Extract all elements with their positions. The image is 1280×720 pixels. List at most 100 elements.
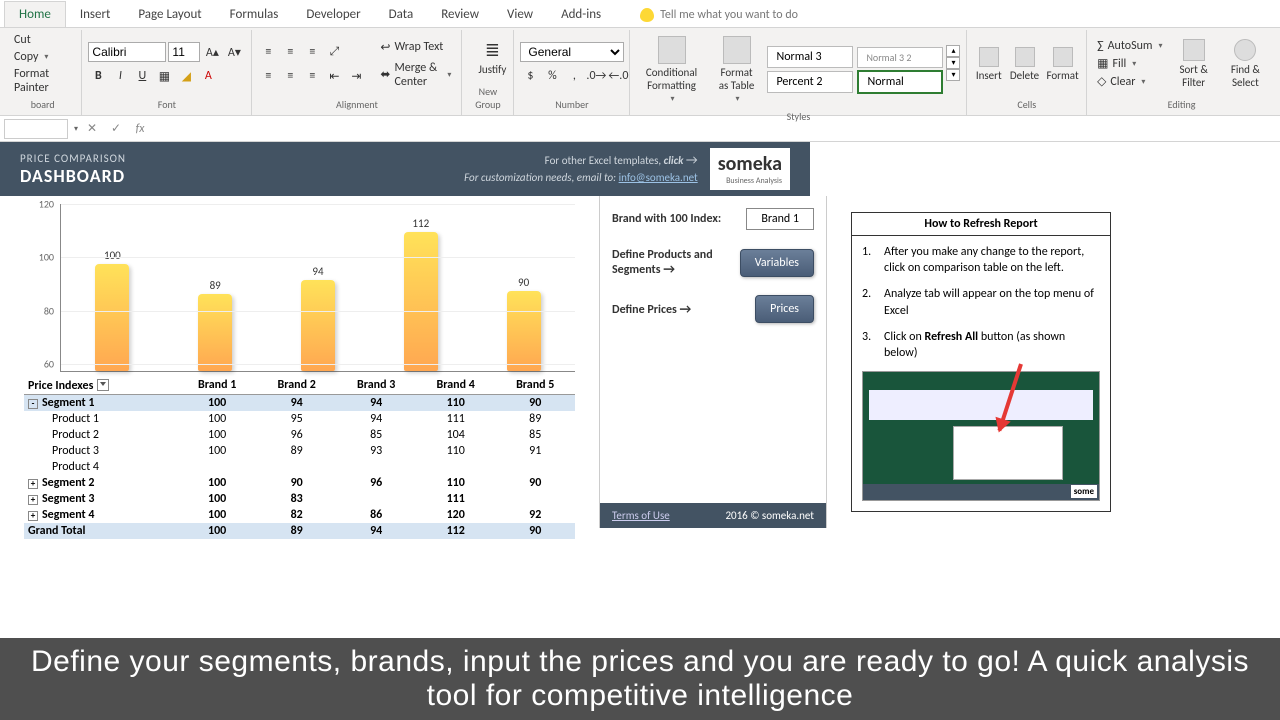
fill-button[interactable]: ▦ Fill▾ xyxy=(1093,55,1166,72)
dashboard-header: PRICE COMPARISON DASHBOARD For other Exc… xyxy=(0,142,810,196)
expand-icon[interactable]: + xyxy=(28,479,38,489)
increase-decimal-icon[interactable]: .0→ xyxy=(586,66,606,86)
wrap-text-button[interactable]: ↩ Wrap Text xyxy=(376,39,455,56)
style-gallery-scroll[interactable]: ▴▾▾ xyxy=(946,45,960,95)
tab-developer[interactable]: Developer xyxy=(292,2,374,27)
font-size-combo[interactable] xyxy=(168,42,200,62)
table-header[interactable]: Brand 2 xyxy=(257,376,337,395)
template-links: For other Excel templates, click → For c… xyxy=(464,152,698,186)
table-row[interactable]: +Segment 4100828612092 xyxy=(24,507,575,523)
justify-button[interactable]: ≣Justify xyxy=(468,35,516,80)
how-step-2: Analyze tab will appear on the top menu … xyxy=(884,286,1100,318)
tab-addins[interactable]: Add-ins xyxy=(547,2,615,27)
variables-button[interactable]: Variables xyxy=(740,249,814,277)
table-row[interactable]: +Segment 310083111 xyxy=(24,491,575,507)
filter-icon[interactable] xyxy=(97,379,109,391)
copyright-text: 2016 © someka.net xyxy=(725,509,814,522)
dashboard-subtitle: PRICE COMPARISON xyxy=(20,152,126,165)
table-row[interactable]: Product 2100968510485 xyxy=(24,427,575,443)
group-font-label: Font xyxy=(88,96,245,113)
table-header[interactable]: Brand 1 xyxy=(177,376,257,395)
fx-icon[interactable]: fx xyxy=(130,119,150,139)
merge-center-button[interactable]: ⬌ Merge & Center▾ xyxy=(376,60,455,90)
align-right-icon[interactable]: ≡ xyxy=(302,66,322,86)
format-painter-button[interactable]: Format Painter xyxy=(10,66,75,96)
terms-link[interactable]: Terms of Use xyxy=(612,509,670,522)
cancel-formula-icon[interactable]: ✕ xyxy=(82,119,102,139)
insert-cells-button[interactable]: Insert xyxy=(973,43,1004,86)
conditional-formatting-button[interactable]: Conditional Formatting▾ xyxy=(636,32,706,108)
style-normal32[interactable]: Normal 3 2 xyxy=(857,47,943,68)
table-row[interactable]: Grand Total100899411290 xyxy=(24,523,575,539)
tab-insert[interactable]: Insert xyxy=(66,2,125,27)
tell-me-search[interactable]: Tell me what you want to do xyxy=(635,3,803,27)
format-as-table-button[interactable]: Format as Table▾ xyxy=(711,32,763,108)
tab-formulas[interactable]: Formulas xyxy=(216,2,293,27)
italic-button[interactable]: I xyxy=(110,66,130,86)
index-brand-value[interactable]: Brand 1 xyxy=(746,208,814,230)
price-index-table[interactable]: Price IndexesBrand 1Brand 2Brand 3Brand … xyxy=(24,376,575,539)
font-color-button[interactable]: A xyxy=(198,66,218,86)
underline-button[interactable]: U xyxy=(132,66,152,86)
chart-bar: 90 xyxy=(477,276,570,371)
copy-button[interactable]: Copy▾ xyxy=(10,49,75,65)
table-header[interactable]: Brand 5 xyxy=(495,376,575,395)
tab-view[interactable]: View xyxy=(493,2,547,27)
cut-button[interactable]: Cut xyxy=(10,32,75,48)
email-link[interactable]: info@someka.net xyxy=(619,171,698,184)
comma-icon[interactable]: , xyxy=(564,66,584,86)
ribbon-tabs: Home Insert Page Layout Formulas Develop… xyxy=(0,0,1280,28)
style-percent2[interactable]: Percent 2 xyxy=(767,71,853,93)
decrease-decimal-icon[interactable]: ←.0 xyxy=(608,66,628,86)
table-row[interactable]: Product 3100899311091 xyxy=(24,443,575,459)
find-select-button[interactable]: Find & Select xyxy=(1221,35,1270,93)
expand-icon[interactable]: - xyxy=(28,399,38,409)
font-name-combo[interactable] xyxy=(88,42,166,62)
delete-cells-button[interactable]: Delete xyxy=(1008,43,1041,86)
expand-icon[interactable]: + xyxy=(28,511,38,521)
autosum-button[interactable]: ∑ AutoSum▾ xyxy=(1093,38,1166,54)
style-normal3[interactable]: Normal 3 xyxy=(767,46,853,68)
percent-icon[interactable]: % xyxy=(542,66,562,86)
group-newgroup-label: New Group xyxy=(468,83,507,113)
accounting-icon[interactable]: $ xyxy=(520,66,540,86)
border-button[interactable]: ▦ xyxy=(154,66,174,86)
table-header[interactable]: Brand 3 xyxy=(336,376,416,395)
enter-formula-icon[interactable]: ✓ xyxy=(106,119,126,139)
align-center-icon[interactable]: ≡ xyxy=(280,66,300,86)
table-row[interactable]: Product 1100959411189 xyxy=(24,411,575,427)
table-header[interactable]: Brand 4 xyxy=(416,376,496,395)
indent-inc-icon[interactable]: ⇥ xyxy=(346,66,366,86)
clear-button[interactable]: ◇ Clear▾ xyxy=(1093,73,1166,90)
number-format-combo[interactable]: General xyxy=(520,42,624,62)
align-bottom-icon[interactable]: ≡ xyxy=(302,42,322,62)
fill-color-button[interactable]: ◢ xyxy=(176,66,196,86)
name-box[interactable] xyxy=(4,119,68,139)
align-top-icon[interactable]: ≡ xyxy=(258,42,278,62)
tab-page-layout[interactable]: Page Layout xyxy=(124,2,215,27)
style-normal[interactable]: Normal xyxy=(857,70,943,94)
orientation-icon[interactable]: ⤢ xyxy=(324,42,344,62)
define-products-label: Define Products and Segments → xyxy=(612,248,732,277)
table-row[interactable]: -Segment 1100949411090 xyxy=(24,395,575,412)
table-row[interactable]: Product 4 xyxy=(24,459,575,475)
align-middle-icon[interactable]: ≡ xyxy=(280,42,300,62)
align-left-icon[interactable]: ≡ xyxy=(258,66,278,86)
increase-font-icon[interactable]: A▴ xyxy=(202,42,222,62)
tab-data[interactable]: Data xyxy=(375,2,428,27)
decrease-font-icon[interactable]: A▾ xyxy=(224,42,244,62)
bold-button[interactable]: B xyxy=(88,66,108,86)
tab-home[interactable]: Home xyxy=(4,1,66,27)
prices-button[interactable]: Prices xyxy=(755,295,814,323)
tab-review[interactable]: Review xyxy=(427,2,493,27)
table-row[interactable]: +Segment 2100909611090 xyxy=(24,475,575,491)
table-header[interactable]: Price Indexes xyxy=(24,376,177,395)
format-cells-button[interactable]: Format xyxy=(1045,43,1080,86)
namebox-dropdown-icon[interactable]: ▾ xyxy=(74,124,78,134)
group-styles-label: Styles xyxy=(636,108,960,125)
indent-dec-icon[interactable]: ⇤ xyxy=(324,66,344,86)
sort-filter-button[interactable]: Sort & Filter xyxy=(1171,35,1217,93)
how-to-title: How to Refresh Report xyxy=(852,213,1110,236)
group-cells-label: Cells xyxy=(973,96,1080,113)
expand-icon[interactable]: + xyxy=(28,495,38,505)
